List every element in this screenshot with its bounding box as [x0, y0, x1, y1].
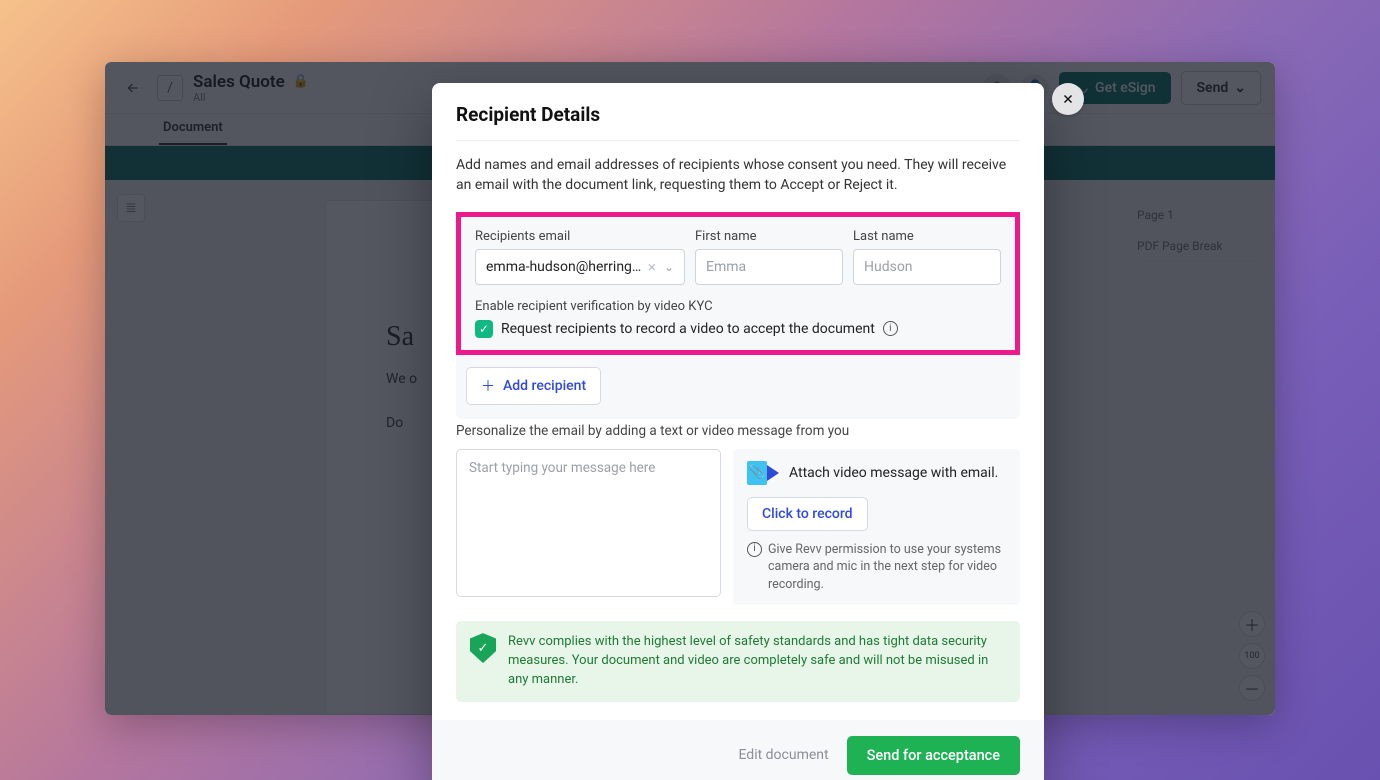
recipient-highlight-box: Recipients email emma-hudson@herring… × … — [456, 212, 1020, 355]
safety-banner: ✓ Revv complies with the highest level o… — [456, 621, 1020, 702]
send-for-acceptance-button[interactable]: Send for acceptance — [847, 736, 1020, 775]
chevron-down-icon[interactable]: ⌄ — [664, 260, 674, 274]
last-name-input[interactable]: Hudson — [853, 249, 1001, 285]
plus-icon: ＋ — [481, 376, 495, 396]
first-name-label: First name — [695, 229, 843, 244]
close-modal-button[interactable] — [1052, 83, 1084, 115]
recipient-email-value: emma-hudson@herring… — [486, 259, 641, 275]
click-to-record-button[interactable]: Click to record — [747, 497, 868, 531]
video-attach-panel: 📎 Attach video message with email. Click… — [733, 449, 1020, 606]
edit-document-link[interactable]: Edit document — [738, 747, 828, 763]
shield-check-icon: ✓ — [470, 633, 496, 663]
message-placeholder: Start typing your message here — [469, 460, 655, 476]
last-name-placeholder: Hudson — [864, 259, 913, 275]
first-name-input[interactable]: Emma — [695, 249, 843, 285]
email-label: Recipients email — [475, 229, 685, 244]
info-icon[interactable]: i — [883, 321, 898, 336]
personalize-label: Personalize the email by adding a text o… — [432, 419, 1044, 439]
kyc-checkbox-label: Request recipients to record a video to … — [501, 321, 875, 337]
kyc-heading: Enable recipient verification by video K… — [475, 299, 1001, 314]
kyc-checkbox[interactable]: ✓ — [475, 320, 493, 338]
safety-text: Revv complies with the highest level of … — [508, 633, 1006, 690]
clear-email-icon[interactable]: × — [648, 258, 656, 276]
recipient-details-modal: Recipient Details Add names and email ad… — [432, 83, 1044, 780]
video-permission-note: Give Revv permission to use your systems… — [768, 541, 1006, 594]
message-textarea[interactable]: Start typing your message here — [456, 449, 721, 597]
modal-description: Add names and email addresses of recipie… — [432, 141, 1044, 212]
modal-title: Recipient Details — [456, 103, 1020, 126]
info-icon: i — [747, 542, 762, 557]
last-name-label: Last name — [853, 229, 1001, 244]
video-attach-title: Attach video message with email. — [789, 465, 998, 481]
video-attach-icon: 📎 — [747, 461, 779, 485]
first-name-placeholder: Emma — [706, 259, 746, 275]
add-recipient-label: Add recipient — [503, 378, 586, 394]
add-recipient-button[interactable]: ＋ Add recipient — [466, 367, 601, 405]
recipient-email-select[interactable]: emma-hudson@herring… × ⌄ — [475, 249, 685, 285]
